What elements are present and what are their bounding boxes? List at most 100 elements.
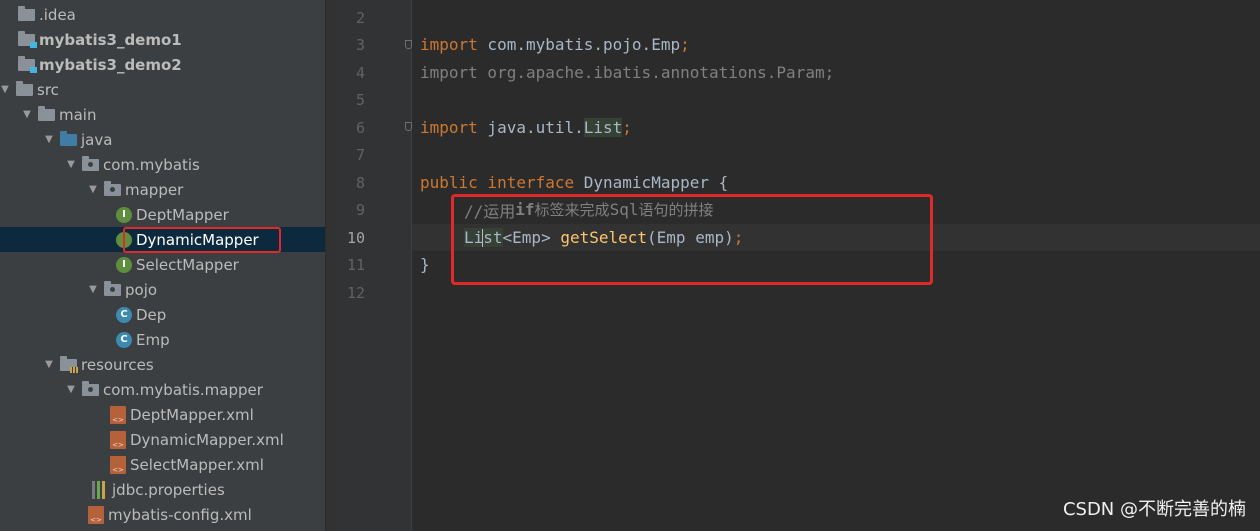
line-number: 12: [346, 284, 365, 302]
tree-item-label: com.mybatis.mapper: [103, 380, 263, 399]
tree-item-label: mybatis3_demo2: [39, 55, 182, 74]
keyword: import: [420, 118, 478, 137]
expand-arrow-icon[interactable]: ▼: [42, 134, 56, 145]
tree-item-label: SelectMapper: [136, 255, 239, 274]
tree-item-label: jdbc.properties: [112, 480, 225, 499]
line-number: 4: [355, 64, 365, 82]
code-line-4: import org.apache.ibatis.annotations.Par…: [420, 59, 834, 86]
code-text: DynamicMapper {: [574, 173, 729, 192]
project-tree: .idea mybatis3_demo1 mybatis3_demo2 ▼ sr…: [0, 0, 325, 531]
tree-item-jdbc-properties[interactable]: jdbc.properties: [0, 477, 325, 502]
folder-icon: [16, 80, 33, 96]
tree-item-label: Dep: [136, 305, 167, 324]
code-line-8: public interface DynamicMapper {: [420, 169, 728, 196]
line-number-gutter: 2 3 4 5 6 7 8 9 10 11 12: [335, 0, 412, 531]
tree-item-resources[interactable]: ▼ resources: [0, 352, 325, 377]
resources-folder-icon: [60, 355, 79, 373]
code-text: com.mybatis.pojo.Emp: [477, 35, 681, 54]
tree-item-label: mybatis3_demo1: [39, 30, 182, 49]
tree-item-main[interactable]: ▼ main: [0, 102, 325, 127]
tree-item-label: SelectMapper.xml: [130, 455, 264, 474]
tree-item-label: Emp: [136, 330, 170, 349]
interface-icon: I: [116, 256, 132, 273]
line-number: 3: [355, 36, 365, 54]
tree-item-label: DeptMapper: [136, 205, 229, 224]
tree-item-java[interactable]: ▼ java: [0, 127, 325, 152]
fold-marker-icon[interactable]: [405, 40, 412, 49]
watermark: CSDN @不断完善的楠: [1062, 499, 1246, 520]
tree-item-selectmapper[interactable]: I SelectMapper: [0, 252, 325, 277]
tree-item-label: .idea: [39, 5, 76, 24]
class-icon: C: [116, 306, 132, 323]
expand-arrow-icon[interactable]: ▼: [42, 359, 56, 370]
expand-arrow-icon[interactable]: ▼: [64, 159, 78, 170]
tree-item-idea[interactable]: .idea: [0, 2, 325, 27]
properties-file-icon: [92, 480, 108, 499]
tree-item-label: pojo: [125, 280, 158, 299]
tree-item-label: DynamicMapper.xml: [130, 430, 284, 449]
keyword: public interface: [420, 173, 575, 192]
xml-file-icon: <>: [110, 455, 126, 474]
tree-item-deptmapper[interactable]: I DeptMapper: [0, 202, 325, 227]
tree-item-label: DeptMapper.xml: [130, 405, 254, 424]
tree-item-label: resources: [81, 355, 154, 374]
code-line-3: import com.mybatis.pojo.Emp;: [420, 31, 690, 58]
tree-item-emp[interactable]: C Emp: [0, 327, 325, 352]
highlight-box-code: [451, 194, 933, 285]
tree-item-label: mapper: [125, 180, 184, 199]
fold-marker-icon[interactable]: [405, 122, 412, 131]
expand-arrow-icon[interactable]: ▼: [86, 284, 100, 295]
line-number: 5: [355, 91, 365, 109]
xml-file-icon: <>: [110, 405, 126, 424]
folder-icon: [18, 5, 35, 21]
package-icon: [104, 180, 121, 196]
semicolon: ;: [622, 118, 632, 137]
tree-item-dep[interactable]: C Dep: [0, 302, 325, 327]
tree-item-com-mybatis[interactable]: ▼ com.mybatis: [0, 152, 325, 177]
code-text: java.util.: [477, 118, 584, 137]
module-folder-icon: [18, 55, 37, 73]
tree-item-deptmapper-xml[interactable]: <> DeptMapper.xml: [0, 402, 325, 427]
code-line-6: import java.util. List;: [420, 114, 632, 141]
tree-item-selectmapper-xml[interactable]: <> SelectMapper.xml: [0, 452, 325, 477]
tree-item-label: main: [59, 105, 97, 124]
tree-item-mapper[interactable]: ▼ mapper: [0, 177, 325, 202]
code-editor[interactable]: import com.mybatis.pojo.Emp; import org.…: [412, 0, 1260, 531]
tree-item-mybatis3-demo1[interactable]: mybatis3_demo1: [0, 27, 325, 52]
xml-file-icon: <>: [88, 505, 104, 524]
code-line-11: }: [420, 251, 430, 278]
package-icon: [104, 280, 121, 296]
xml-file-icon: <>: [110, 430, 126, 449]
keyword: import: [420, 35, 478, 54]
tree-item-mybatis-config-xml[interactable]: <> mybatis-config.xml: [0, 502, 325, 527]
module-folder-icon: [18, 30, 37, 48]
expand-arrow-icon[interactable]: ▼: [0, 84, 12, 95]
closing-brace: }: [420, 255, 430, 274]
source-folder-icon: [60, 130, 77, 146]
line-number-current: 10: [346, 229, 365, 247]
tree-item-mybatis3-demo2[interactable]: mybatis3_demo2: [0, 52, 325, 77]
interface-icon: I: [116, 206, 132, 223]
tree-item-label: src: [37, 80, 59, 99]
type-usage-highlight: List: [583, 118, 623, 137]
expand-arrow-icon[interactable]: ▼: [64, 384, 78, 395]
highlight-box-tree: [123, 227, 281, 253]
tree-item-pojo[interactable]: ▼ pojo: [0, 277, 325, 302]
unused-import-text: import org.apache.ibatis.annotations.Par…: [420, 63, 835, 82]
tree-item-src[interactable]: ▼ src: [0, 77, 325, 102]
line-number: 11: [346, 256, 365, 274]
line-number: 6: [355, 119, 365, 137]
expand-arrow-icon[interactable]: ▼: [86, 184, 100, 195]
package-icon: [82, 380, 99, 396]
tree-item-dynamicmapper-xml[interactable]: <> DynamicMapper.xml: [0, 427, 325, 452]
line-number: 7: [355, 146, 365, 164]
tree-item-label: mybatis-config.xml: [108, 505, 252, 524]
expand-arrow-icon[interactable]: ▼: [20, 109, 34, 120]
line-number: 9: [355, 201, 365, 219]
package-icon: [82, 155, 99, 171]
tree-item-label: java: [81, 130, 113, 149]
tree-item-com-mybatis-mapper[interactable]: ▼ com.mybatis.mapper: [0, 377, 325, 402]
class-icon: C: [116, 331, 132, 348]
folder-icon: [38, 105, 55, 121]
tree-item-label: com.mybatis: [103, 155, 200, 174]
